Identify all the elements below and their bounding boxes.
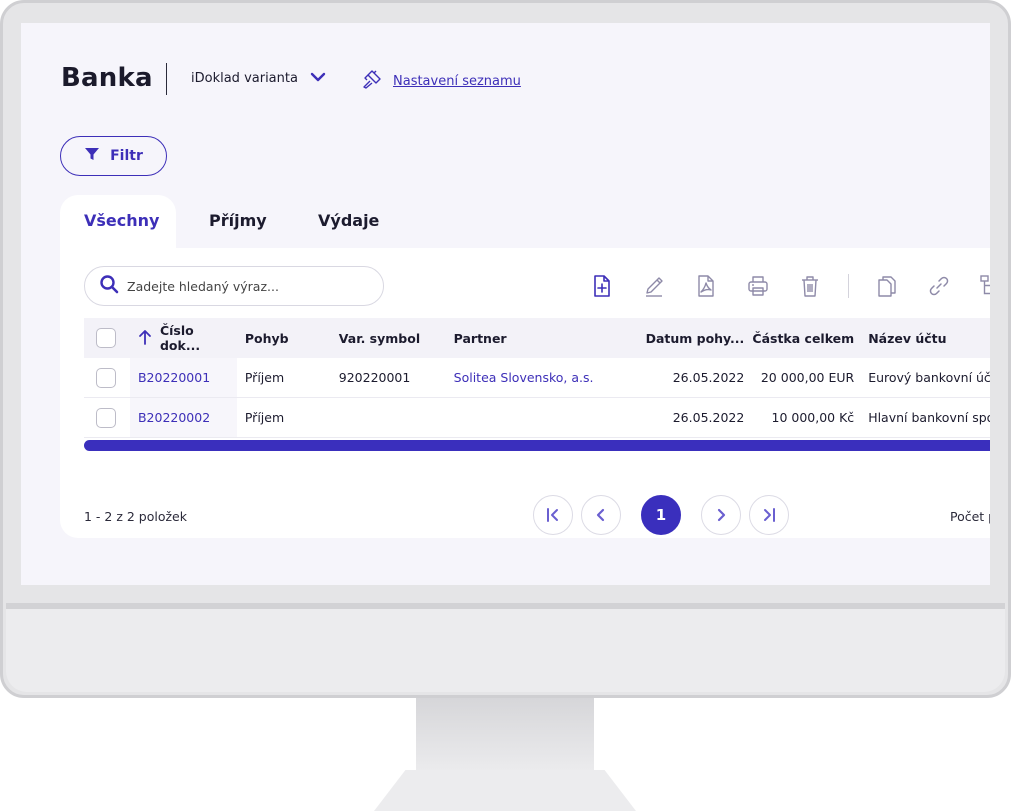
chevron-down-icon <box>310 71 326 86</box>
prev-page-button[interactable] <box>581 495 621 535</box>
tab-vsechny[interactable]: Všechny <box>60 195 176 251</box>
tree-icon[interactable] <box>977 272 990 300</box>
table-header: Číslo dok... Pohyb Var. symbol Partner D… <box>84 318 990 358</box>
column-header-ucet[interactable]: Název účtu <box>860 331 990 346</box>
list-card: Číslo dok... Pohyb Var. symbol Partner D… <box>60 248 990 538</box>
column-header-cislo[interactable]: Číslo dok... <box>130 318 237 358</box>
document-number-link[interactable]: B20220001 <box>129 358 237 397</box>
pagination: 1 <box>533 495 789 535</box>
page-title: Banka <box>61 63 153 93</box>
column-header-pohyb[interactable]: Pohyb <box>237 331 331 346</box>
column-header-castka[interactable]: Částka celkem <box>750 331 860 346</box>
table-row[interactable]: B20220002 Příjem 26.05.2022 10 000,00 Kč… <box>84 398 990 438</box>
list-settings-link[interactable]: Nastavení seznamu <box>361 68 521 94</box>
pdf-icon[interactable] <box>692 272 720 300</box>
cell-pohyb: Příjem <box>244 370 285 385</box>
row-checkbox[interactable] <box>96 407 116 428</box>
monitor-chin <box>6 609 1005 692</box>
search-icon <box>99 274 119 298</box>
tab-label: Příjmy <box>209 211 267 230</box>
copy-icon[interactable] <box>873 272 901 300</box>
header-checkbox-cell <box>84 328 130 348</box>
search-box[interactable] <box>84 266 384 306</box>
title-divider <box>166 63 167 95</box>
filter-label: Filtr <box>110 148 143 164</box>
cell-var-symbol: 920220001 <box>338 370 411 385</box>
tab-vydaje[interactable]: Výdaje <box>318 195 379 251</box>
table-row[interactable]: B20220001 Příjem 920220001 Solitea Slove… <box>84 358 990 398</box>
first-page-button[interactable] <box>533 495 573 535</box>
new-document-icon[interactable] <box>588 272 616 300</box>
column-header-var-symbol[interactable]: Var. symbol <box>331 331 446 346</box>
cell-pohyb: Příjem <box>244 410 285 425</box>
column-header-partner[interactable]: Partner <box>446 331 636 346</box>
tab-prijmy[interactable]: Příjmy <box>209 195 267 251</box>
edit-icon[interactable] <box>640 272 668 300</box>
last-page-button[interactable] <box>749 495 789 535</box>
last-page-icon <box>764 508 775 522</box>
column-header-label: Číslo dok... <box>159 323 201 353</box>
link-icon[interactable] <box>925 272 953 300</box>
search-input[interactable] <box>127 278 367 294</box>
bank-table: Číslo dok... Pohyb Var. symbol Partner D… <box>84 318 990 438</box>
filter-button[interactable]: Filtr <box>60 136 167 176</box>
row-checkbox[interactable] <box>96 367 116 388</box>
monitor-stand-neck <box>416 698 594 770</box>
delete-icon[interactable] <box>796 272 824 300</box>
sort-arrow-up-icon <box>138 329 152 348</box>
cell-ucet: Eurový bankovní úče <box>868 370 990 385</box>
brush-icon <box>361 68 383 94</box>
cell-castka: 20 000,00 EUR <box>760 370 855 385</box>
toolbar <box>588 272 990 300</box>
funnel-icon <box>84 146 100 166</box>
select-all-checkbox[interactable] <box>96 328 116 348</box>
row-checkbox-cell <box>84 407 130 428</box>
horizontal-scrollbar[interactable] <box>84 440 990 451</box>
chevron-right-icon <box>717 508 726 522</box>
chevron-left-icon <box>596 508 605 522</box>
cell-castka: 10 000,00 Kč <box>771 410 855 425</box>
per-page-label: Počet p <box>950 509 990 524</box>
first-page-icon <box>547 508 558 522</box>
items-count: 1 - 2 z 2 položek <box>84 509 187 524</box>
partner-link[interactable]: Solitea Slovensko, a.s. <box>446 370 636 385</box>
monitor-stand-base <box>374 770 636 811</box>
toolbar-divider <box>848 274 849 298</box>
document-number-link[interactable]: B20220002 <box>129 398 237 437</box>
cell-datum: 26.05.2022 <box>672 410 745 425</box>
print-icon[interactable] <box>744 272 772 300</box>
page-1-button[interactable]: 1 <box>641 495 681 535</box>
variant-label: iDoklad varianta <box>191 71 298 86</box>
tab-label: Výdaje <box>318 211 380 230</box>
app-screen: Banka iDoklad varianta Nastavení seznamu… <box>21 23 990 585</box>
column-header-datum[interactable]: Datum pohy... <box>635 331 750 346</box>
cell-ucet: Hlavní bankovní spo <box>868 410 990 425</box>
cell-datum: 26.05.2022 <box>672 370 745 385</box>
tab-label: Všechny <box>84 211 160 230</box>
row-checkbox-cell <box>84 367 130 388</box>
next-page-button[interactable] <box>701 495 741 535</box>
list-settings-label: Nastavení seznamu <box>393 73 521 89</box>
variant-dropdown[interactable]: iDoklad varianta <box>191 71 326 86</box>
